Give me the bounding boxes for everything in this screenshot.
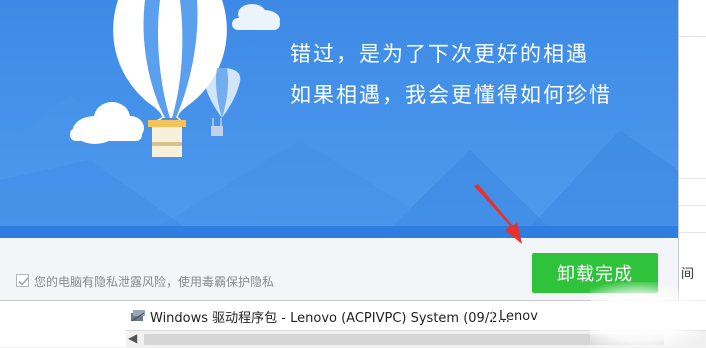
privacy-warning-text: 您的电脑有隐私泄露风险，使用毒霸保护隐私 <box>34 275 275 289</box>
program-name: Windows 驱动程序包 - Lenovo (ACPIVPC) System … <box>150 310 510 326</box>
background-divider <box>679 36 706 37</box>
banner: 错过，是为了下次更好的相遇 如果相遇，我会更懂得如何珍惜 <box>0 0 678 238</box>
red-arrow-annotation <box>474 184 522 244</box>
privacy-checkbox[interactable] <box>16 274 29 287</box>
watermark-blur <box>590 282 706 347</box>
program-list-row[interactable]: Windows 驱动程序包 - Lenovo (ACPIVPC) System … <box>130 306 650 326</box>
background-divider <box>679 232 706 233</box>
background-column-header: 间 <box>681 267 695 282</box>
scroll-left-arrow-icon[interactable]: ◀ <box>128 331 137 345</box>
background-divider <box>679 178 706 179</box>
background-divider <box>679 205 706 206</box>
scrollbar-thumb[interactable] <box>144 334 664 345</box>
program-publisher: Lenov <box>492 308 559 324</box>
banner-message-line-2: 如果相遇，我会更懂得如何珍惜 <box>290 83 612 107</box>
driver-package-icon <box>131 310 145 322</box>
banner-illustration <box>0 0 678 238</box>
checkmark-icon <box>18 277 29 286</box>
banner-message-line-1: 错过，是为了下次更好的相遇 <box>290 42 589 66</box>
background-window-edge: 间 <box>678 0 706 300</box>
uninstall-complete-dialog: 错过，是为了下次更好的相遇 如果相遇，我会更懂得如何珍惜 您的电脑有隐私泄露风险… <box>0 0 678 300</box>
